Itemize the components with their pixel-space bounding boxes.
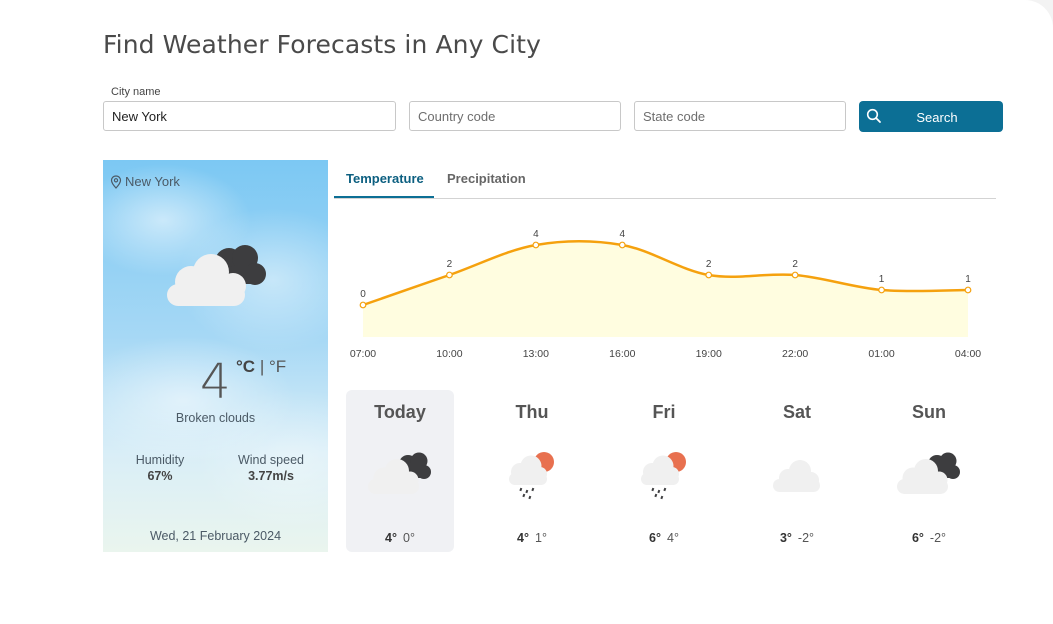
forecast-day-name: Sun bbox=[912, 402, 946, 422]
forecast-temps: 4° 0° bbox=[346, 531, 454, 545]
chart-data-label: 2 bbox=[792, 259, 798, 270]
forecast-day-card[interactable]: Fri 6° 4° bbox=[610, 390, 718, 552]
rain-sun-icon bbox=[641, 452, 686, 500]
chart-data-label: 4 bbox=[620, 229, 626, 240]
page-title: Find Weather Forecasts in Any City bbox=[103, 30, 541, 59]
rain-sun-icon bbox=[509, 452, 554, 500]
forecast-day-name: Thu bbox=[515, 402, 549, 422]
humidity-value: 67% bbox=[147, 469, 173, 483]
country-code-input[interactable] bbox=[409, 101, 621, 131]
forecast-day-name: Fri bbox=[652, 402, 676, 422]
city-field-label: City name bbox=[111, 86, 161, 98]
weather-app-card: Find Weather Forecasts in Any City City … bbox=[0, 0, 1053, 624]
current-weather-panel: New York 4 °C | °F Broken clouds Humidit… bbox=[103, 160, 328, 552]
broken-clouds-icon bbox=[897, 452, 960, 494]
chart-point[interactable] bbox=[532, 241, 540, 249]
unit-toggle: °C | °F bbox=[236, 357, 286, 377]
city-input[interactable] bbox=[103, 101, 396, 131]
chart-point[interactable] bbox=[791, 271, 799, 279]
active-tab-indicator bbox=[334, 196, 434, 198]
chart-point[interactable] bbox=[878, 286, 885, 294]
chart-data-label: 2 bbox=[706, 259, 712, 270]
chart-x-tick-label: 01:00 bbox=[868, 348, 894, 360]
broken-clouds-icon bbox=[167, 245, 266, 306]
forecast-day-card[interactable]: Sat 3° -2° bbox=[743, 390, 851, 552]
state-code-input[interactable] bbox=[634, 101, 846, 131]
celsius-toggle[interactable]: °C bbox=[236, 357, 255, 376]
chart-data-label: 0 bbox=[360, 289, 366, 300]
chart-data-label: 1 bbox=[879, 274, 885, 285]
chart-x-tick-label: 22:00 bbox=[782, 348, 808, 360]
forecast-temps: 4° 1° bbox=[478, 531, 586, 545]
chart-x-tick-label: 19:00 bbox=[696, 348, 722, 360]
current-location-label: New York bbox=[125, 174, 180, 189]
fahrenheit-toggle[interactable]: °F bbox=[269, 357, 286, 376]
forecast-high: 6° bbox=[911, 531, 924, 545]
weather-description: Broken clouds bbox=[175, 411, 256, 425]
cloud-icon bbox=[773, 460, 820, 492]
forecast-high: 4° bbox=[517, 531, 529, 545]
chart-data-label: 2 bbox=[447, 259, 453, 270]
chart-x-tick-label: 10:00 bbox=[436, 348, 462, 360]
wind-speed-value: 3.77m/s bbox=[248, 469, 294, 483]
unit-separator: | bbox=[259, 357, 265, 376]
search-button-label: Search bbox=[916, 110, 958, 125]
chart-tabs: Temperature Precipitation bbox=[334, 160, 996, 199]
forecast-temps: 3° -2° bbox=[743, 531, 851, 545]
chart-x-tick-label: 16:00 bbox=[609, 348, 635, 360]
forecast-low: 4° bbox=[667, 531, 679, 545]
chart-point[interactable] bbox=[446, 271, 453, 279]
broken-clouds-icon bbox=[368, 452, 431, 494]
forecast-high: 6° bbox=[649, 531, 661, 545]
chart-point[interactable] bbox=[964, 286, 972, 294]
forecast-low: -2° bbox=[929, 531, 947, 545]
forecast-high: 3° bbox=[779, 531, 792, 545]
wind-speed-label: Wind speed bbox=[237, 453, 304, 467]
forecast-high: 4° bbox=[385, 531, 397, 545]
forecast-temps: 6° 4° bbox=[610, 531, 718, 545]
humidity-stat: Humidity 67% bbox=[132, 453, 188, 483]
current-location: New York bbox=[110, 174, 180, 189]
chart-point[interactable] bbox=[618, 241, 626, 249]
chart-point[interactable] bbox=[359, 301, 367, 309]
forecast-low: 1° bbox=[535, 531, 547, 545]
forecast-low: -2° bbox=[797, 531, 815, 545]
forecast-day-card[interactable]: Today 4° 0° bbox=[346, 390, 454, 552]
forecast-day-name: Today bbox=[374, 402, 426, 422]
chart-x-tick-label: 13:00 bbox=[523, 348, 549, 360]
tab-precipitation[interactable]: Precipitation bbox=[447, 171, 526, 186]
forecast-day-name: Sat bbox=[782, 402, 811, 422]
forecast-day-card[interactable]: Sun 6° -2° bbox=[875, 390, 983, 552]
wind-speed-stat: Wind speed 3.77m/s bbox=[236, 453, 306, 483]
current-date: Wed, 21 February 2024 bbox=[149, 529, 282, 543]
tab-temperature[interactable]: Temperature bbox=[346, 171, 424, 186]
chart-x-tick-label: 04:00 bbox=[955, 348, 981, 360]
current-temperature: 4 bbox=[200, 354, 231, 410]
location-pin-icon bbox=[110, 174, 122, 189]
forecast-temps: 6° -2° bbox=[875, 531, 983, 545]
temperature-chart: 0 07:00 2 10:00 4 13:00 4 16:00 2 19:00 2 22:00 1 01:… bbox=[350, 229, 981, 360]
forecast-day-card[interactable]: Thu 4° 1° bbox=[478, 390, 586, 552]
forecast-low: 0° bbox=[403, 531, 415, 545]
chart-point[interactable] bbox=[705, 271, 713, 279]
chart-x-tick-label: 07:00 bbox=[350, 348, 376, 360]
humidity-label: Humidity bbox=[135, 453, 185, 467]
chart-data-label: 4 bbox=[533, 229, 539, 240]
chart-data-label: 1 bbox=[965, 274, 971, 285]
search-button[interactable]: Search bbox=[859, 101, 1003, 132]
